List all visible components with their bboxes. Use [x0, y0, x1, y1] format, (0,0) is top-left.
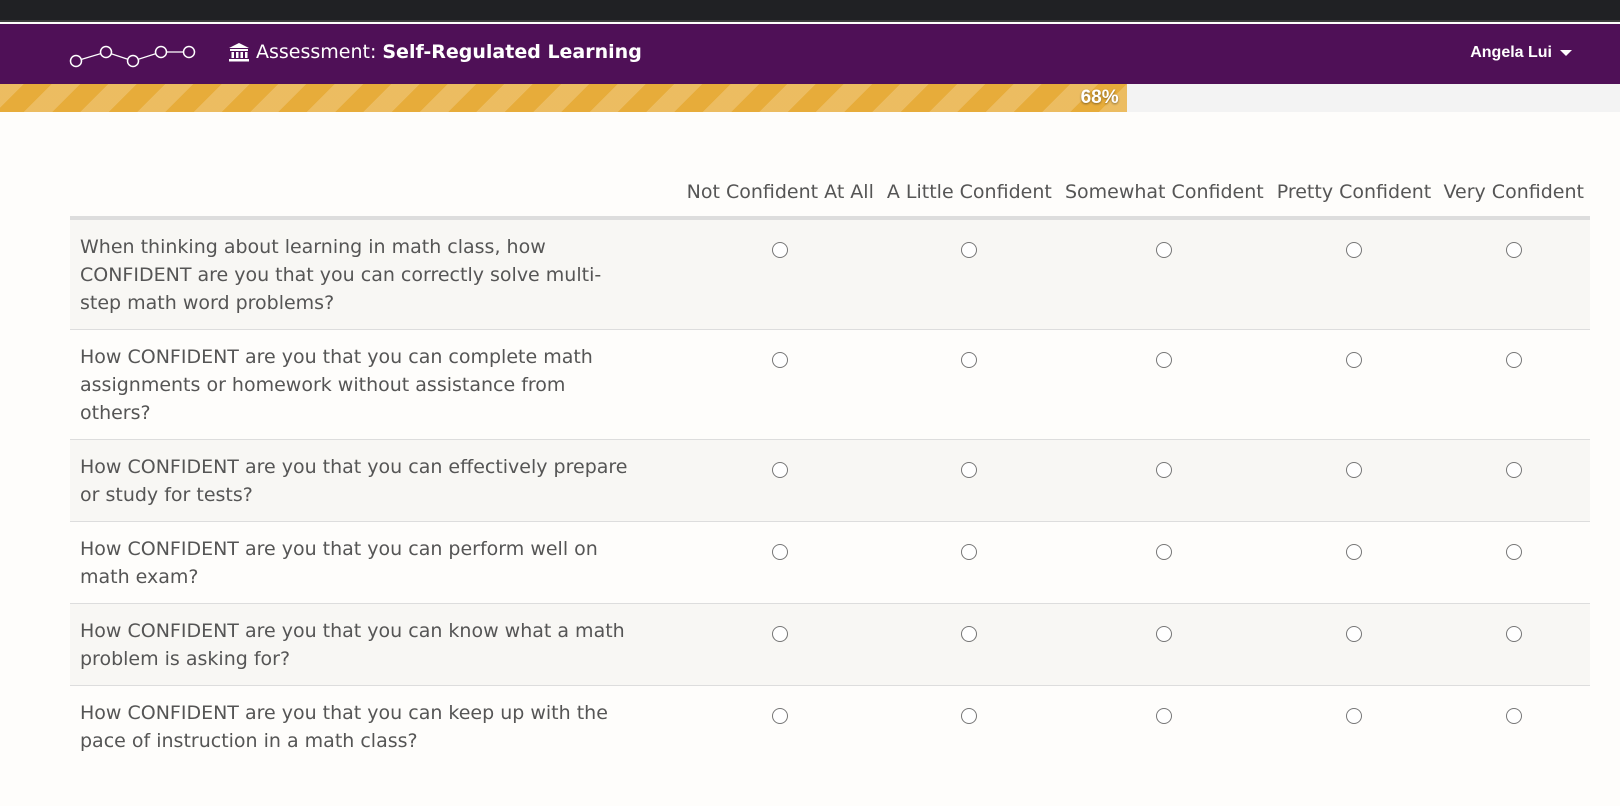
radio-button[interactable] [772, 352, 789, 368]
radio-button[interactable] [1345, 352, 1362, 368]
page-title: Assessment: Self-Regulated Learning [228, 41, 642, 63]
top-navbar: Assessment: Self-Regulated Learning Ange… [0, 24, 1620, 84]
radio-button[interactable] [1345, 242, 1362, 258]
radio-button[interactable] [772, 242, 789, 258]
option-cell [1437, 329, 1590, 440]
progress-bar: 68% [0, 84, 1620, 112]
assessment-name: Self-Regulated Learning [382, 41, 642, 63]
radio-button[interactable] [1156, 462, 1173, 478]
option-cell [880, 439, 1059, 522]
option-cell [680, 685, 881, 767]
option-cell [680, 439, 881, 522]
question-column-header [70, 170, 680, 220]
radio-button[interactable] [772, 626, 789, 642]
scale-header: Very Confident [1437, 170, 1590, 220]
scale-header: Not Confident At All [680, 170, 881, 220]
radio-button[interactable] [772, 544, 789, 560]
user-name: Angela Lui [1470, 44, 1552, 61]
radio-button[interactable] [772, 708, 789, 724]
bank-building-icon [229, 43, 249, 62]
question-row: How CONFIDENT are you that you can compl… [70, 329, 1590, 440]
radio-button[interactable] [1345, 626, 1362, 642]
radio-button[interactable] [1156, 708, 1173, 724]
option-cell [1058, 603, 1271, 686]
radio-button[interactable] [961, 462, 978, 478]
option-cell [880, 217, 1059, 330]
question-row: How CONFIDENT are you that you can perfo… [70, 521, 1590, 604]
option-cell [1058, 329, 1271, 440]
progress-label: 68% [1080, 87, 1119, 108]
option-cell [1058, 521, 1271, 604]
radio-button[interactable] [1505, 626, 1522, 642]
option-cell [1270, 329, 1438, 440]
option-cell [1270, 685, 1438, 767]
question-text: How CONFIDENT are you that you can compl… [70, 329, 680, 440]
radio-button[interactable] [961, 352, 978, 368]
radio-button[interactable] [1505, 462, 1522, 478]
radio-button[interactable] [961, 626, 978, 642]
option-cell [680, 521, 881, 604]
option-cell [1437, 217, 1590, 330]
option-cell [880, 603, 1059, 686]
scale-header: Somewhat Confident [1058, 170, 1271, 220]
radio-button[interactable] [961, 242, 978, 258]
option-cell [1270, 603, 1438, 686]
question-text: When thinking about learning in math cla… [70, 217, 680, 330]
option-cell [1058, 685, 1271, 767]
option-cell [880, 329, 1059, 440]
option-cell [880, 521, 1059, 604]
caret-down-icon [1560, 50, 1572, 56]
radio-button[interactable] [1156, 242, 1173, 258]
radio-button[interactable] [961, 544, 978, 560]
question-row: How CONFIDENT are you that you can keep … [70, 685, 1590, 767]
option-cell [1437, 685, 1590, 767]
question-text: How CONFIDENT are you that you can perfo… [70, 521, 680, 604]
question-text: How CONFIDENT are you that you can effec… [70, 439, 680, 522]
scale-header: Pretty Confident [1270, 170, 1438, 220]
question-row: How CONFIDENT are you that you can effec… [70, 439, 1590, 522]
option-cell [1437, 439, 1590, 522]
option-cell [1270, 521, 1438, 604]
radio-button[interactable] [1505, 352, 1522, 368]
user-menu[interactable]: Angela Lui [1470, 44, 1572, 62]
radio-button[interactable] [1156, 544, 1173, 560]
option-cell [680, 603, 881, 686]
option-cell [680, 217, 881, 330]
scale-header: A Little Confident [880, 170, 1059, 220]
title-prefix: Assessment: [256, 41, 377, 63]
radio-button[interactable] [1156, 626, 1173, 642]
radio-button[interactable] [1505, 544, 1522, 560]
radio-button[interactable] [961, 708, 978, 724]
radio-button[interactable] [1345, 544, 1362, 560]
option-cell [1058, 439, 1271, 522]
question-row: How CONFIDENT are you that you can know … [70, 603, 1590, 686]
option-cell [680, 329, 881, 440]
question-text: How CONFIDENT are you that you can keep … [70, 685, 680, 767]
radio-button[interactable] [1505, 708, 1522, 724]
radio-button[interactable] [1156, 352, 1173, 368]
option-cell [1058, 217, 1271, 330]
likert-survey-table: Not Confident At All A Little Confident … [70, 170, 1590, 767]
progress-fill: 68% [0, 84, 1127, 112]
browser-chrome-strip [0, 0, 1620, 22]
radio-button[interactable] [772, 462, 789, 478]
scale-header-row: Not Confident At All A Little Confident … [70, 170, 1590, 220]
radio-button[interactable] [1345, 462, 1362, 478]
option-cell [1270, 439, 1438, 522]
question-row: When thinking about learning in math cla… [70, 217, 1590, 330]
option-cell [1437, 603, 1590, 686]
question-text: How CONFIDENT are you that you can know … [70, 603, 680, 686]
option-cell [1270, 217, 1438, 330]
connected-circles-logo[interactable] [66, 40, 206, 70]
option-cell [880, 685, 1059, 767]
radio-button[interactable] [1345, 708, 1362, 724]
radio-button[interactable] [1505, 242, 1522, 258]
option-cell [1437, 521, 1590, 604]
